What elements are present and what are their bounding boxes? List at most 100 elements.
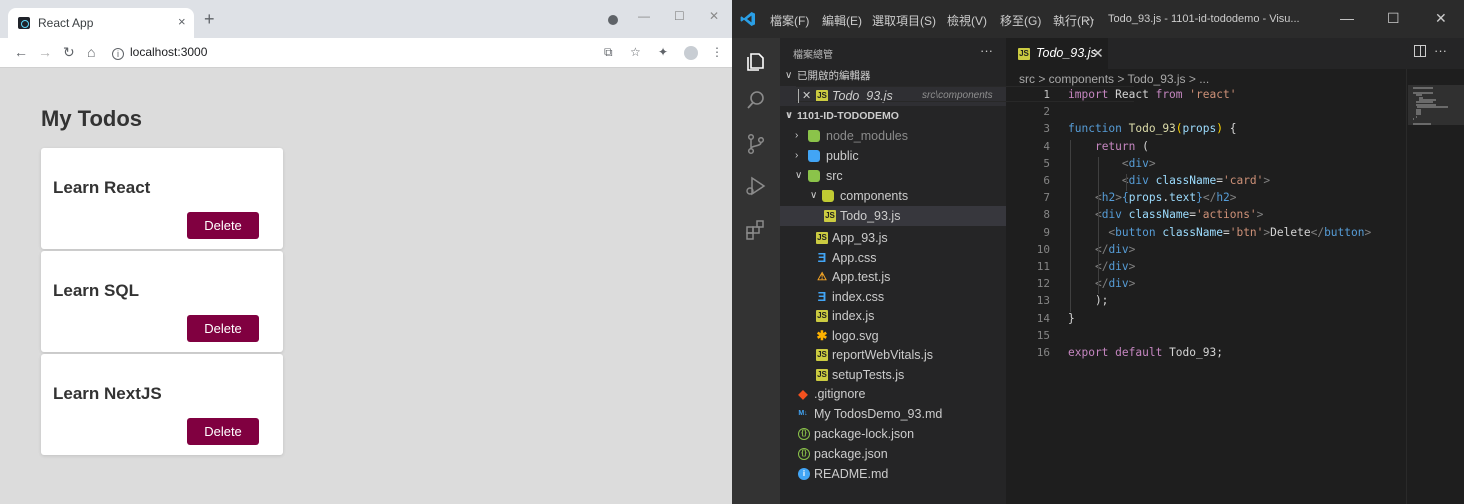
window-title: Todo_93.js - 1101-id-tododemo - Visu... [1108,13,1300,25]
search-icon[interactable] [744,88,768,112]
tree-item-logo-svg[interactable]: ✱ logo.svg [780,326,1006,346]
tree-item-app93[interactable]: JS App_93.js [780,228,1006,248]
tab-close-icon[interactable]: × [178,14,186,29]
more-actions-icon[interactable]: ··· [1434,43,1447,58]
reload-icon[interactable]: ↻ [63,45,75,59]
line-number: 14 [1036,311,1050,325]
tree-item-todo93[interactable]: JS Todo_93.js [780,206,1006,226]
delete-button[interactable]: Delete [187,212,259,239]
editor-tab[interactable]: JS Todo_93.js ✕ [1006,38,1108,69]
menu-selection[interactable]: 選取項目(S) [872,12,936,29]
minimap[interactable] [1406,69,1464,504]
explorer-icon[interactable] [744,50,768,74]
json-icon: {} [798,448,810,460]
bookmark-star-icon[interactable]: ☆ [630,45,641,59]
line-number: 4 [1043,139,1050,153]
profile-avatar[interactable] [684,46,698,60]
menu-view[interactable]: 檢視(V) [947,12,987,29]
code-line: } [1068,311,1075,325]
url-text: localhost:3000 [130,45,208,59]
line-number: 16 [1036,346,1050,359]
close-window-icon[interactable]: ✕ [709,9,719,23]
tree-item-src[interactable]: ∨ src [780,166,1006,186]
vscode-title-bar: 檔案(F) 編輯(E) 選取項目(S) 檢視(V) 移至(G) 執行(R) ··… [732,0,1464,38]
forward-icon[interactable]: → [38,45,52,59]
breadcrumb[interactable]: src > components > Todo_93.js > ... [1019,72,1209,86]
folder-green-icon [808,130,820,142]
tree-item-public[interactable]: › public [780,146,1006,166]
css-icon: Ǝ [817,289,827,304]
project-section[interactable]: ∨ 1101-ID-TODODEMO [780,106,1006,126]
tree-item-setuptests[interactable]: JS setupTests.js [780,365,1006,385]
tree-item-label: App.test.js [832,270,891,284]
tree-item-app-css[interactable]: Ǝ App.css [780,248,1006,268]
address-bar[interactable]: i localhost:3000 [112,45,207,60]
vscode-logo-icon [740,12,755,26]
extensions-icon[interactable]: ✦ [658,45,668,59]
tree-item-label: src [826,169,843,183]
site-info-icon[interactable]: i [112,48,124,60]
line-number: 7 [1043,191,1050,205]
open-editors-section[interactable]: ∨ 已開啟的編輯器 [780,66,1006,86]
menu-file[interactable]: 檔案(F) [770,12,809,29]
run-debug-icon[interactable] [744,174,768,198]
tree-item-package-lock[interactable]: {} package-lock.json [780,424,1006,444]
split-editor-icon[interactable] [1414,45,1426,57]
minimap-line [1417,106,1449,109]
tree-item-gitignore[interactable]: ◆ .gitignore [780,384,1006,404]
code-line: ); [1068,294,1109,308]
tree-item-readme-demo[interactable]: M↓ My TodosDemo_93.md [780,404,1006,424]
tree-item-label: .gitignore [814,387,866,401]
tree-item-app-test[interactable]: ⚠ App.test.js [780,267,1006,287]
tree-item-label: package-lock.json [814,427,915,441]
js-icon: JS [816,369,828,381]
media-record-icon[interactable] [608,15,618,25]
menu-edit[interactable]: 編輯(E) [822,12,862,29]
chevron-right-icon: › [795,130,799,141]
chevron-right-icon: › [795,150,799,161]
source-control-icon[interactable] [744,132,768,156]
menu-more[interactable]: ··· [1083,12,1095,26]
maximize-icon[interactable]: ☐ [1387,10,1400,27]
translate-icon[interactable]: ⧉ [604,45,613,60]
tree-item-reportwebvitals[interactable]: JS reportWebVitals.js [780,345,1006,365]
code-line: <button className='btn'>Delete</button> [1108,225,1372,239]
new-tab-button[interactable]: + [204,10,215,28]
explorer-more-icon[interactable]: ··· [980,43,993,58]
tree-item-index-css[interactable]: Ǝindex.css [780,287,1006,307]
extensions-icon[interactable] [744,218,768,242]
line-number: 2 [1043,105,1050,119]
line-number: 5 [1043,156,1050,170]
json-icon: {} [798,428,810,440]
chevron-down-icon: ∨ [810,190,818,201]
tree-item-node-modules[interactable]: › node_modules [780,126,1006,146]
tree-item-package-json[interactable]: {} package.json [780,444,1006,464]
js-icon: JS [816,232,828,244]
minimize-icon[interactable]: — [638,9,650,23]
git-icon: ◆ [798,387,808,401]
menu-go[interactable]: 移至(G) [1000,12,1041,29]
chrome-menu-icon[interactable]: ⋮ [711,45,723,59]
js-icon: JS [824,210,836,222]
code-editor[interactable]: 1 import React from 'react' 2 3 function Tod… [1006,86,1406,504]
close-icon[interactable]: ✕ [1092,45,1104,62]
section-label: 已開啟的編輯器 [797,70,871,82]
tree-item-label: components [840,189,909,203]
minimap-line [1413,123,1432,125]
back-icon[interactable]: ← [14,45,28,59]
maximize-icon[interactable]: ☐ [674,9,685,23]
line-number: 3 [1043,122,1050,136]
delete-button[interactable]: Delete [187,418,259,445]
tree-item-index-js[interactable]: JS index.js [780,306,1006,326]
tree-item-readme[interactable]: i README.md [780,464,1006,484]
delete-button[interactable]: Delete [187,315,259,342]
minimize-icon[interactable]: — [1340,10,1354,26]
browser-tab[interactable]: React App × [8,8,194,38]
vscode-window: 檔案(F) 編輯(E) 選取項目(S) 檢視(V) 移至(G) 執行(R) ··… [732,0,1464,504]
close-window-icon[interactable]: ✕ [1435,10,1447,27]
test-icon: ⚠ [817,271,827,283]
tree-item-components[interactable]: ∨ components [780,186,1006,206]
line-number: 13 [1036,294,1050,308]
home-icon[interactable]: ⌂ [87,45,95,59]
line-number: 8 [1043,208,1050,222]
